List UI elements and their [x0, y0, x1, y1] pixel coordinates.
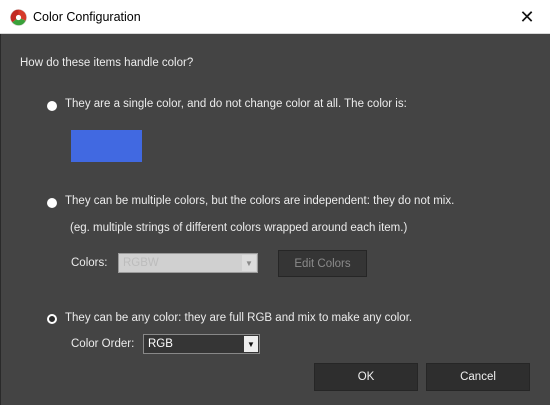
color-order-label: Color Order:: [71, 338, 135, 350]
dialog-body: How do these items handle color? They ar…: [0, 34, 550, 405]
colors-label: Colors:: [71, 257, 108, 269]
close-button[interactable]: ✕: [504, 0, 550, 34]
radio-single-color[interactable]: [47, 101, 57, 111]
colors-dropdown-value: RGBW: [123, 257, 159, 269]
colors-dropdown[interactable]: RGBW ▼: [118, 253, 258, 273]
question-label: How do these items handle color?: [20, 57, 194, 69]
radio-full-rgb[interactable]: [47, 314, 57, 324]
chevron-down-icon: ▼: [242, 255, 256, 271]
app-logo-icon: [10, 9, 27, 26]
title-bar: Color Configuration ✕: [0, 0, 550, 34]
option-multiple-colors-label[interactable]: They can be multiple colors, but the col…: [65, 195, 454, 207]
multiple-colors-note: (eg. multiple strings of different color…: [70, 222, 408, 234]
single-color-swatch[interactable]: [71, 130, 142, 162]
window-title: Color Configuration: [33, 10, 141, 24]
color-order-value: RGB: [148, 338, 173, 350]
option-single-color-label[interactable]: They are a single color, and do not chan…: [65, 98, 407, 110]
cancel-button[interactable]: Cancel: [426, 363, 530, 391]
ok-button[interactable]: OK: [314, 363, 418, 391]
radio-multiple-colors[interactable]: [47, 198, 57, 208]
chevron-down-icon: ▼: [244, 336, 258, 352]
edit-colors-button[interactable]: Edit Colors: [278, 250, 367, 277]
option-full-rgb-label[interactable]: They can be any color: they are full RGB…: [65, 312, 412, 324]
close-icon: ✕: [519, 6, 535, 27]
color-order-dropdown[interactable]: RGB ▼: [143, 334, 260, 354]
